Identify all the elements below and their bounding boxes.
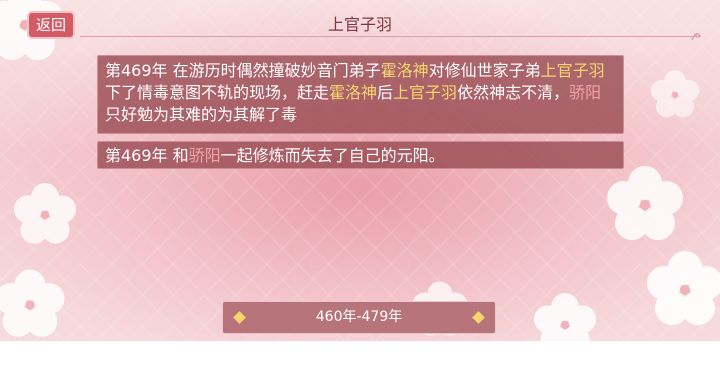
entry-text: 一起修炼而失去了自己的元阳。 xyxy=(220,146,445,165)
blossom-decoration xyxy=(533,293,597,354)
entry-text: 对修仙世家子弟 xyxy=(428,61,541,80)
entry-text: 下了情毒意图不轨的现场，赶走 xyxy=(105,83,330,102)
highlighted-name: 上官子羽 xyxy=(540,61,605,80)
blossom-decoration xyxy=(650,70,700,118)
blossom-decoration xyxy=(0,269,65,337)
entry-text: 第469年 在游历时偶然撞破妙音门弟子 xyxy=(105,61,381,80)
year-range-label: 460年-479年 xyxy=(315,309,403,325)
top-bar: 返回 上官子羽 xyxy=(0,0,720,46)
blossom-decoration xyxy=(13,183,77,244)
page-title: 上官子羽 xyxy=(327,15,392,34)
history-entry: 第469年 在游历时偶然撞破妙音门弟子霍洛神对修仙世家子弟上官子羽下了情毒意图不… xyxy=(97,55,624,134)
highlighted-name: 骄阳 xyxy=(188,146,221,165)
entry-text: 只好勉为其难的为其解了毒 xyxy=(105,105,298,124)
title-divider xyxy=(80,36,698,37)
entry-text: 依然神志不清， xyxy=(457,83,570,102)
entry-text: 第469年 和 xyxy=(105,146,189,165)
highlighted-name: 霍洛神 xyxy=(380,61,429,80)
entry-text: 后 xyxy=(377,83,394,102)
year-range-selector[interactable]: 460年-479年 xyxy=(222,301,496,334)
diamond-ornament-icon xyxy=(472,311,485,324)
diamond-ornament-icon xyxy=(233,311,246,324)
swirl-ornament-icon xyxy=(691,33,702,41)
history-entry: 第469年 和骄阳一起修炼而失去了自己的元阳。 xyxy=(97,141,624,169)
highlighted-name: 骄阳 xyxy=(569,83,602,102)
blossom-decoration xyxy=(647,251,720,325)
highlighted-name: 霍洛神 xyxy=(329,83,378,102)
highlighted-name: 上官子羽 xyxy=(393,83,458,102)
